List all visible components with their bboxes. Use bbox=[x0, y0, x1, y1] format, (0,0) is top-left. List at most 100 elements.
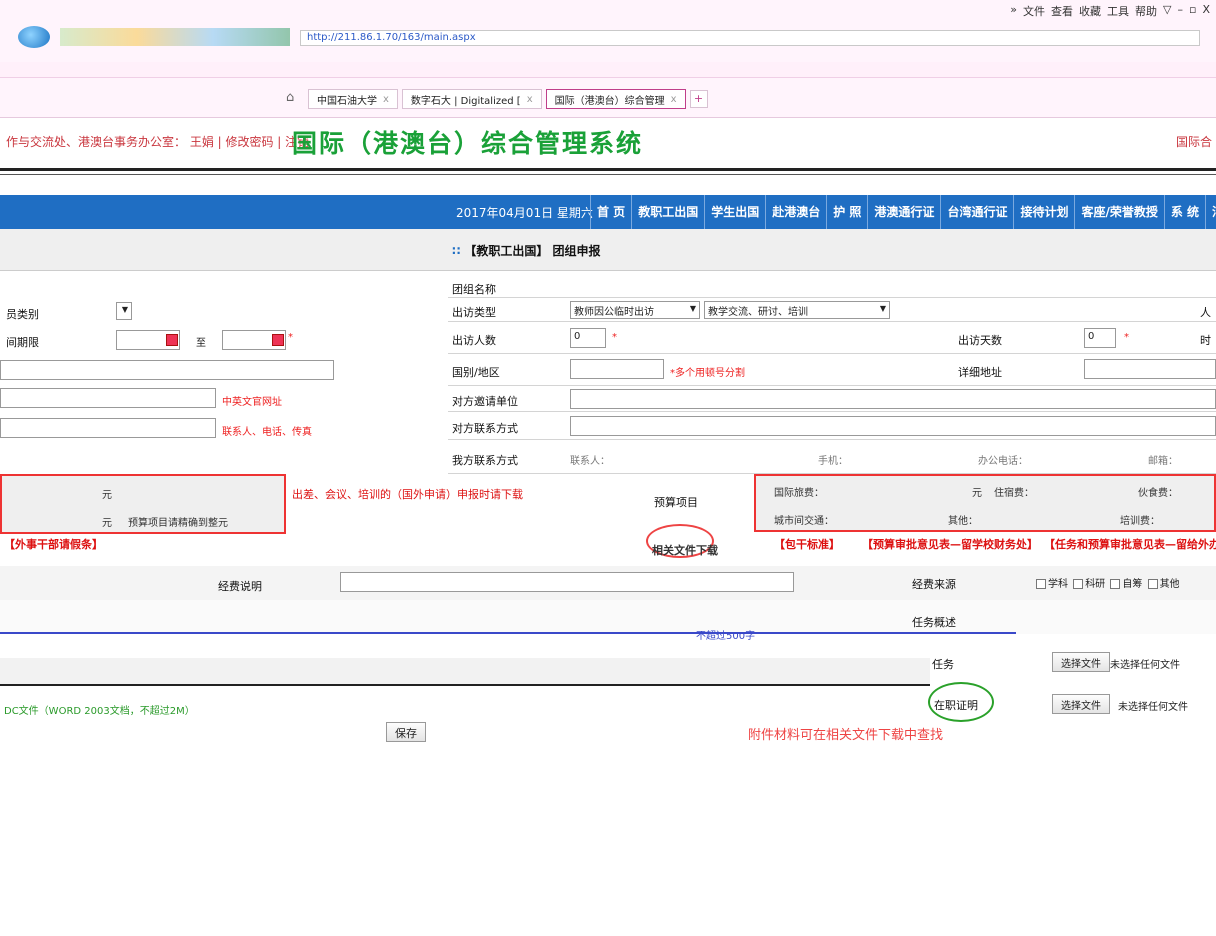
checkbox[interactable] bbox=[1147, 579, 1158, 589]
funds-input[interactable] bbox=[340, 572, 794, 592]
days-required: * bbox=[1124, 332, 1129, 343]
left-contact-input[interactable] bbox=[0, 418, 216, 438]
word-note-strip bbox=[0, 658, 930, 686]
menu-help[interactable]: 帮助 bbox=[1135, 3, 1157, 19]
meal-fee: 伙食费： bbox=[1138, 488, 1178, 499]
word-note: DC文件（WORD 2003文档，不超过2M） bbox=[4, 706, 195, 717]
budget-approval-link[interactable]: 【预算审批意见表—留学校财务处】 bbox=[862, 536, 1038, 552]
category-label: 员类别 bbox=[6, 308, 39, 321]
tab-close-icon[interactable]: x bbox=[383, 94, 389, 105]
time-label-right: 时 bbox=[1200, 334, 1211, 347]
inviter-input[interactable] bbox=[570, 389, 1216, 409]
close-icon[interactable]: X bbox=[1202, 3, 1210, 19]
menu-view[interactable]: 查看 bbox=[1051, 3, 1073, 19]
menu-favorites[interactable]: 收藏 bbox=[1079, 3, 1101, 19]
country-input[interactable] bbox=[570, 359, 664, 379]
visit-sub-select[interactable]: 教学交流、研讨、培训 ▼ bbox=[704, 301, 890, 319]
chevron-down-icon: ▼ bbox=[689, 304, 696, 313]
breadcrumb-marker-icon: ∷ bbox=[452, 244, 461, 258]
site-input[interactable] bbox=[0, 388, 216, 408]
our-contact-phone: 手机： bbox=[818, 456, 848, 467]
minimize-icon[interactable]: – bbox=[1177, 3, 1183, 19]
funds-option: 自筹 bbox=[1122, 579, 1143, 590]
nav-hk-pass[interactable]: 港澳通行证 bbox=[867, 195, 940, 229]
choose-file-button[interactable]: 选择文件 bbox=[1052, 652, 1110, 672]
menu-overflow[interactable]: » bbox=[1010, 3, 1017, 19]
package-standard-link[interactable]: 【包干标准】 bbox=[774, 536, 840, 552]
category-select[interactable]: ▼ bbox=[116, 302, 132, 320]
chevron-down-icon: ▼ bbox=[121, 305, 128, 314]
header-right-link[interactable]: 国际合 bbox=[1176, 133, 1212, 150]
period-to: 至 bbox=[196, 338, 206, 349]
tab-label: 国际（港澳台）综合管理 bbox=[554, 95, 665, 107]
address-bar[interactable]: http://211.86.1.70/163/main.aspx bbox=[300, 30, 1200, 46]
row-country: 国别/地区 *多个用顿号分割 详细地址 bbox=[448, 354, 1216, 386]
contact-note: 联系人、电话、传真 bbox=[222, 427, 312, 438]
address-input[interactable] bbox=[1084, 359, 1216, 379]
nav-messages[interactable]: 消息收发 bbox=[1205, 195, 1216, 229]
checkbox[interactable] bbox=[1073, 579, 1084, 589]
our-contact-label: 我方联系方式 bbox=[452, 454, 518, 467]
user-line[interactable]: 作与交流处、港澳台事务办公室： 王娟 | 修改密码 | 注销 bbox=[6, 133, 309, 150]
task-approval-link[interactable]: 【任务和预算审批意见表—留给外办】 bbox=[1044, 536, 1216, 552]
file-status-2: 未选择任何文件 bbox=[1118, 702, 1188, 713]
home-icon[interactable]: ⌂ bbox=[286, 90, 300, 105]
checkbox[interactable] bbox=[1110, 579, 1121, 589]
nav-student-abroad[interactable]: 学生出国 bbox=[704, 195, 765, 229]
nav-system[interactable]: 系 统 bbox=[1163, 195, 1205, 229]
funds-option: 其他 bbox=[1159, 579, 1180, 590]
tab-close-icon[interactable]: x bbox=[671, 94, 677, 105]
browser-menu: » 文件 查看 收藏 工具 帮助 ▽ – ▫ X bbox=[1010, 3, 1210, 19]
nav-hk-macau-tw[interactable]: 赴港澳台 bbox=[765, 195, 826, 229]
nav-tw-pass[interactable]: 台湾通行证 bbox=[940, 195, 1013, 229]
hotel-fee: 住宿费： bbox=[994, 488, 1034, 499]
choose-file-button-2[interactable]: 选择文件 bbox=[1052, 694, 1110, 714]
nav-passport[interactable]: 护 照 bbox=[826, 195, 867, 229]
days-label: 出访天数 bbox=[958, 334, 1002, 347]
menu-dropdown-icon[interactable]: ▽ bbox=[1163, 3, 1171, 19]
nav-reception[interactable]: 接待计划 bbox=[1013, 195, 1074, 229]
restore-icon[interactable]: ▫ bbox=[1189, 3, 1196, 19]
new-tab-icon[interactable]: + bbox=[689, 90, 708, 108]
tab-digital[interactable]: 数字石大 | Digitalized [ x bbox=[401, 89, 542, 109]
save-button[interactable]: 保存 bbox=[386, 722, 426, 742]
task-divider bbox=[0, 632, 1016, 634]
nav-date: 2017年04月01日 星期六 bbox=[456, 206, 593, 220]
menu-file[interactable]: 文件 bbox=[1023, 3, 1045, 19]
main-nav: 2017年04月01日 星期六 首 页 教职工出国 学生出国 赴港澳台 护 照 … bbox=[0, 195, 1216, 229]
left-field-input[interactable] bbox=[0, 360, 334, 380]
calendar-icon[interactable] bbox=[272, 334, 284, 346]
misc-fee: 其他： bbox=[948, 516, 978, 527]
tab-label: 数字石大 | Digitalized [ bbox=[410, 95, 521, 107]
related-files-link[interactable]: 相关文件下载 bbox=[652, 542, 718, 558]
system-title: 国际（港澳台）综合管理系统 bbox=[292, 129, 644, 158]
days-input[interactable]: 0 bbox=[1084, 328, 1116, 348]
our-contact-tel: 办公电话： bbox=[978, 456, 1028, 467]
period-required: * bbox=[288, 332, 293, 343]
tab-cup[interactable]: 中国石油大学 x bbox=[308, 89, 398, 109]
our-contact-person: 联系人： bbox=[570, 456, 610, 467]
browser-chrome: » 文件 查看 收藏 工具 帮助 ▽ – ▫ X http://211.86.1… bbox=[0, 0, 1216, 118]
inviter-label: 对方邀请单位 bbox=[452, 395, 518, 408]
tab-close-icon[interactable]: x bbox=[527, 94, 533, 105]
nav-staff-abroad[interactable]: 教职工出国 bbox=[631, 195, 704, 229]
nav-guest-professor[interactable]: 客座/荣誉教授 bbox=[1074, 195, 1163, 229]
chevron-down-icon: ▼ bbox=[879, 304, 886, 313]
calendar-icon[interactable] bbox=[166, 334, 178, 346]
menu-tools[interactable]: 工具 bbox=[1107, 3, 1129, 19]
checkbox[interactable] bbox=[1036, 579, 1046, 589]
international-fee: 国际旅费： bbox=[774, 488, 824, 499]
contact-input[interactable] bbox=[570, 416, 1216, 436]
task-hint: 不超过500字 bbox=[696, 631, 756, 642]
favorites-bar bbox=[0, 62, 1216, 78]
tab-intl-system[interactable]: 国际（港澳台）综合管理 x bbox=[545, 89, 686, 109]
people-label-right: 人 bbox=[1200, 306, 1211, 319]
attachment-note: 附件材料可在相关文件下载中查找 bbox=[748, 728, 944, 743]
breadcrumb: ∷ 【教职工出国】 团组申报 bbox=[452, 242, 601, 259]
tab-label: 中国石油大学 bbox=[317, 95, 377, 107]
nav-home[interactable]: 首 页 bbox=[590, 195, 631, 229]
visit-type-select[interactable]: 教师因公临时出访 ▼ bbox=[570, 301, 700, 319]
row-group-name: 团组名称 bbox=[448, 276, 1216, 298]
visitors-input[interactable]: 0 bbox=[570, 328, 606, 348]
foreign-dept-link[interactable]: 【外事干部请假条】 bbox=[4, 536, 103, 552]
